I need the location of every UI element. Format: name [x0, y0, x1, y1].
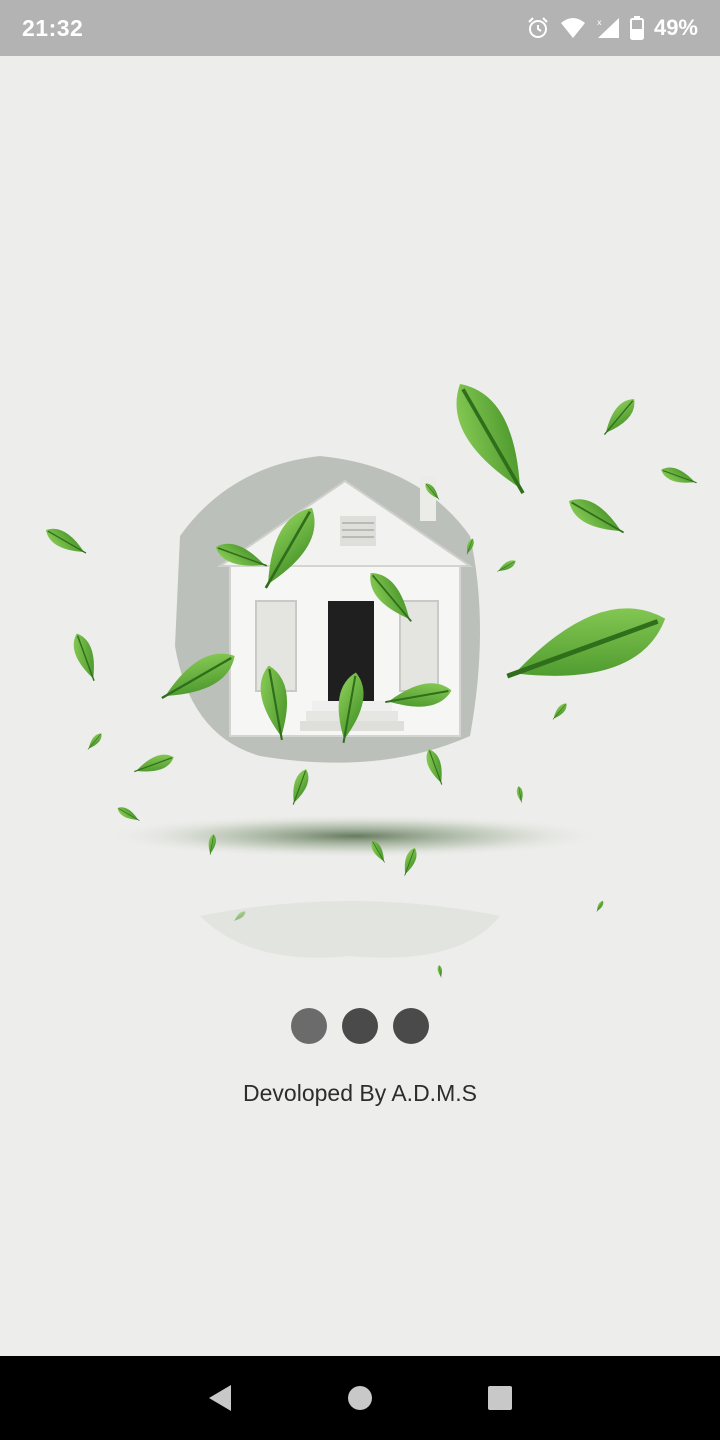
home-button[interactable] [340, 1378, 380, 1418]
svg-text:x: x [597, 18, 602, 27]
signal-icon: x [596, 17, 620, 39]
battery-icon [629, 16, 644, 40]
loading-dot [291, 1008, 327, 1044]
recents-button[interactable] [480, 1378, 520, 1418]
battery-percent: 49% [653, 15, 698, 40]
house-leaves-illustration [0, 316, 720, 996]
status-time: 21:32 [22, 14, 84, 41]
recents-icon [488, 1386, 512, 1410]
back-icon [209, 1385, 231, 1411]
splash-screen: Devoloped By A.D.M.S [0, 56, 720, 1356]
back-button[interactable] [200, 1378, 240, 1418]
developer-credit: Devoloped By A.D.M.S [243, 1080, 477, 1106]
status-icons: x 49% [526, 15, 698, 41]
status-bar: 21:32 x 49% [0, 0, 720, 56]
loading-indicator [0, 1008, 720, 1044]
home-icon [348, 1386, 372, 1410]
alarm-icon [526, 16, 550, 40]
loading-dot [393, 1008, 429, 1044]
navigation-bar [0, 1356, 720, 1440]
wifi-icon [560, 17, 586, 39]
loading-dot [342, 1008, 378, 1044]
